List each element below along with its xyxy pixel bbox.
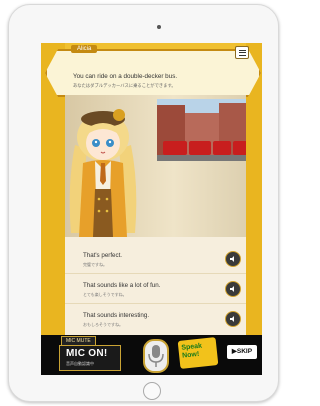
mic-mute-button[interactable]: MIC MUTE [61,336,96,346]
home-button[interactable] [143,382,161,400]
bus [163,141,187,155]
speaker-icon[interactable] [225,311,241,327]
choice-text-jp: とても楽しそうですね。 [83,292,127,297]
choice-text-jp: おもしろそうですね。 [83,322,123,327]
speak-now-badge: Speak Now! [177,337,219,369]
skip-button[interactable]: ▶SKIP [227,345,257,359]
bus [189,141,211,155]
camera-dot [157,25,161,29]
choice-text-en: That sounds interesting. [83,312,150,319]
menu-icon-line [238,52,246,53]
road [157,155,246,161]
speaker-icon[interactable] [225,251,241,267]
speaker-icon[interactable] [225,281,241,297]
dialog-text-en: You can ride on a double-decker bus. [73,73,178,80]
choice-text-jp: 完璧ですね。 [83,262,107,267]
mic-on-label: MIC ON! [66,348,108,359]
bus [213,141,231,155]
microphone-icon[interactable] [143,339,169,373]
game-screen: You can ride on a double-decker bus. あなた… [41,43,262,375]
dialog-text-jp: あなたはダブルデッカーバスに乗ることができます。 [73,83,176,88]
tablet-frame: You can ride on a double-decker bus. あなた… [8,4,279,402]
character-alicia [69,109,137,237]
choice-text-en: That sounds like a lot of fun. [83,282,161,289]
choice-text-en: That's perfect. [83,252,123,259]
bus [233,141,246,155]
choice-item[interactable]: That sounds interesting. おもしろそうですね。 [65,305,246,333]
speak-now-label: Speak Now! [181,342,203,360]
mic-on-button[interactable]: MIC ON! 音声自動認識中 [59,345,121,371]
choice-item[interactable]: That's perfect. 完璧ですね。 [65,245,246,274]
scene-panel [65,95,246,237]
control-bar: MIC ON! 音声自動認識中 MIC MUTE Speak Now! ▶SKI… [41,335,262,375]
dialog-box: You can ride on a double-decker bus. あなた… [45,49,261,97]
speaker-name-tag: Alicia [71,45,98,53]
choice-item[interactable]: That sounds like a lot of fun. とても楽しそうです… [65,275,246,304]
mic-on-subtext: 音声自動認識中 [66,361,94,366]
answer-choices: That's perfect. 完璧ですね。 That sounds like … [65,237,246,335]
menu-icon-line [238,49,246,51]
double-decker-bus-photo [157,99,246,161]
menu-icon-line [238,54,246,56]
menu-button[interactable] [235,46,249,59]
